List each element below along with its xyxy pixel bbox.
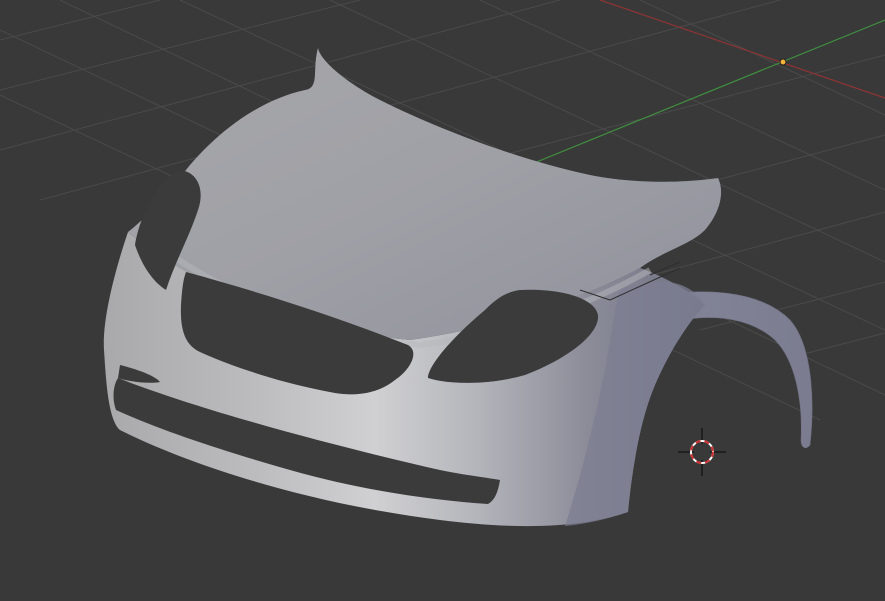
3d-cursor-icon[interactable] (678, 428, 726, 476)
y-axis-line (479, 19, 885, 186)
3d-viewport[interactable] (0, 0, 885, 601)
viewport-canvas[interactable] (0, 0, 885, 601)
object-origin-point[interactable] (779, 58, 787, 66)
x-axis-line (599, 0, 885, 99)
car-body-mesh[interactable] (103, 48, 813, 527)
